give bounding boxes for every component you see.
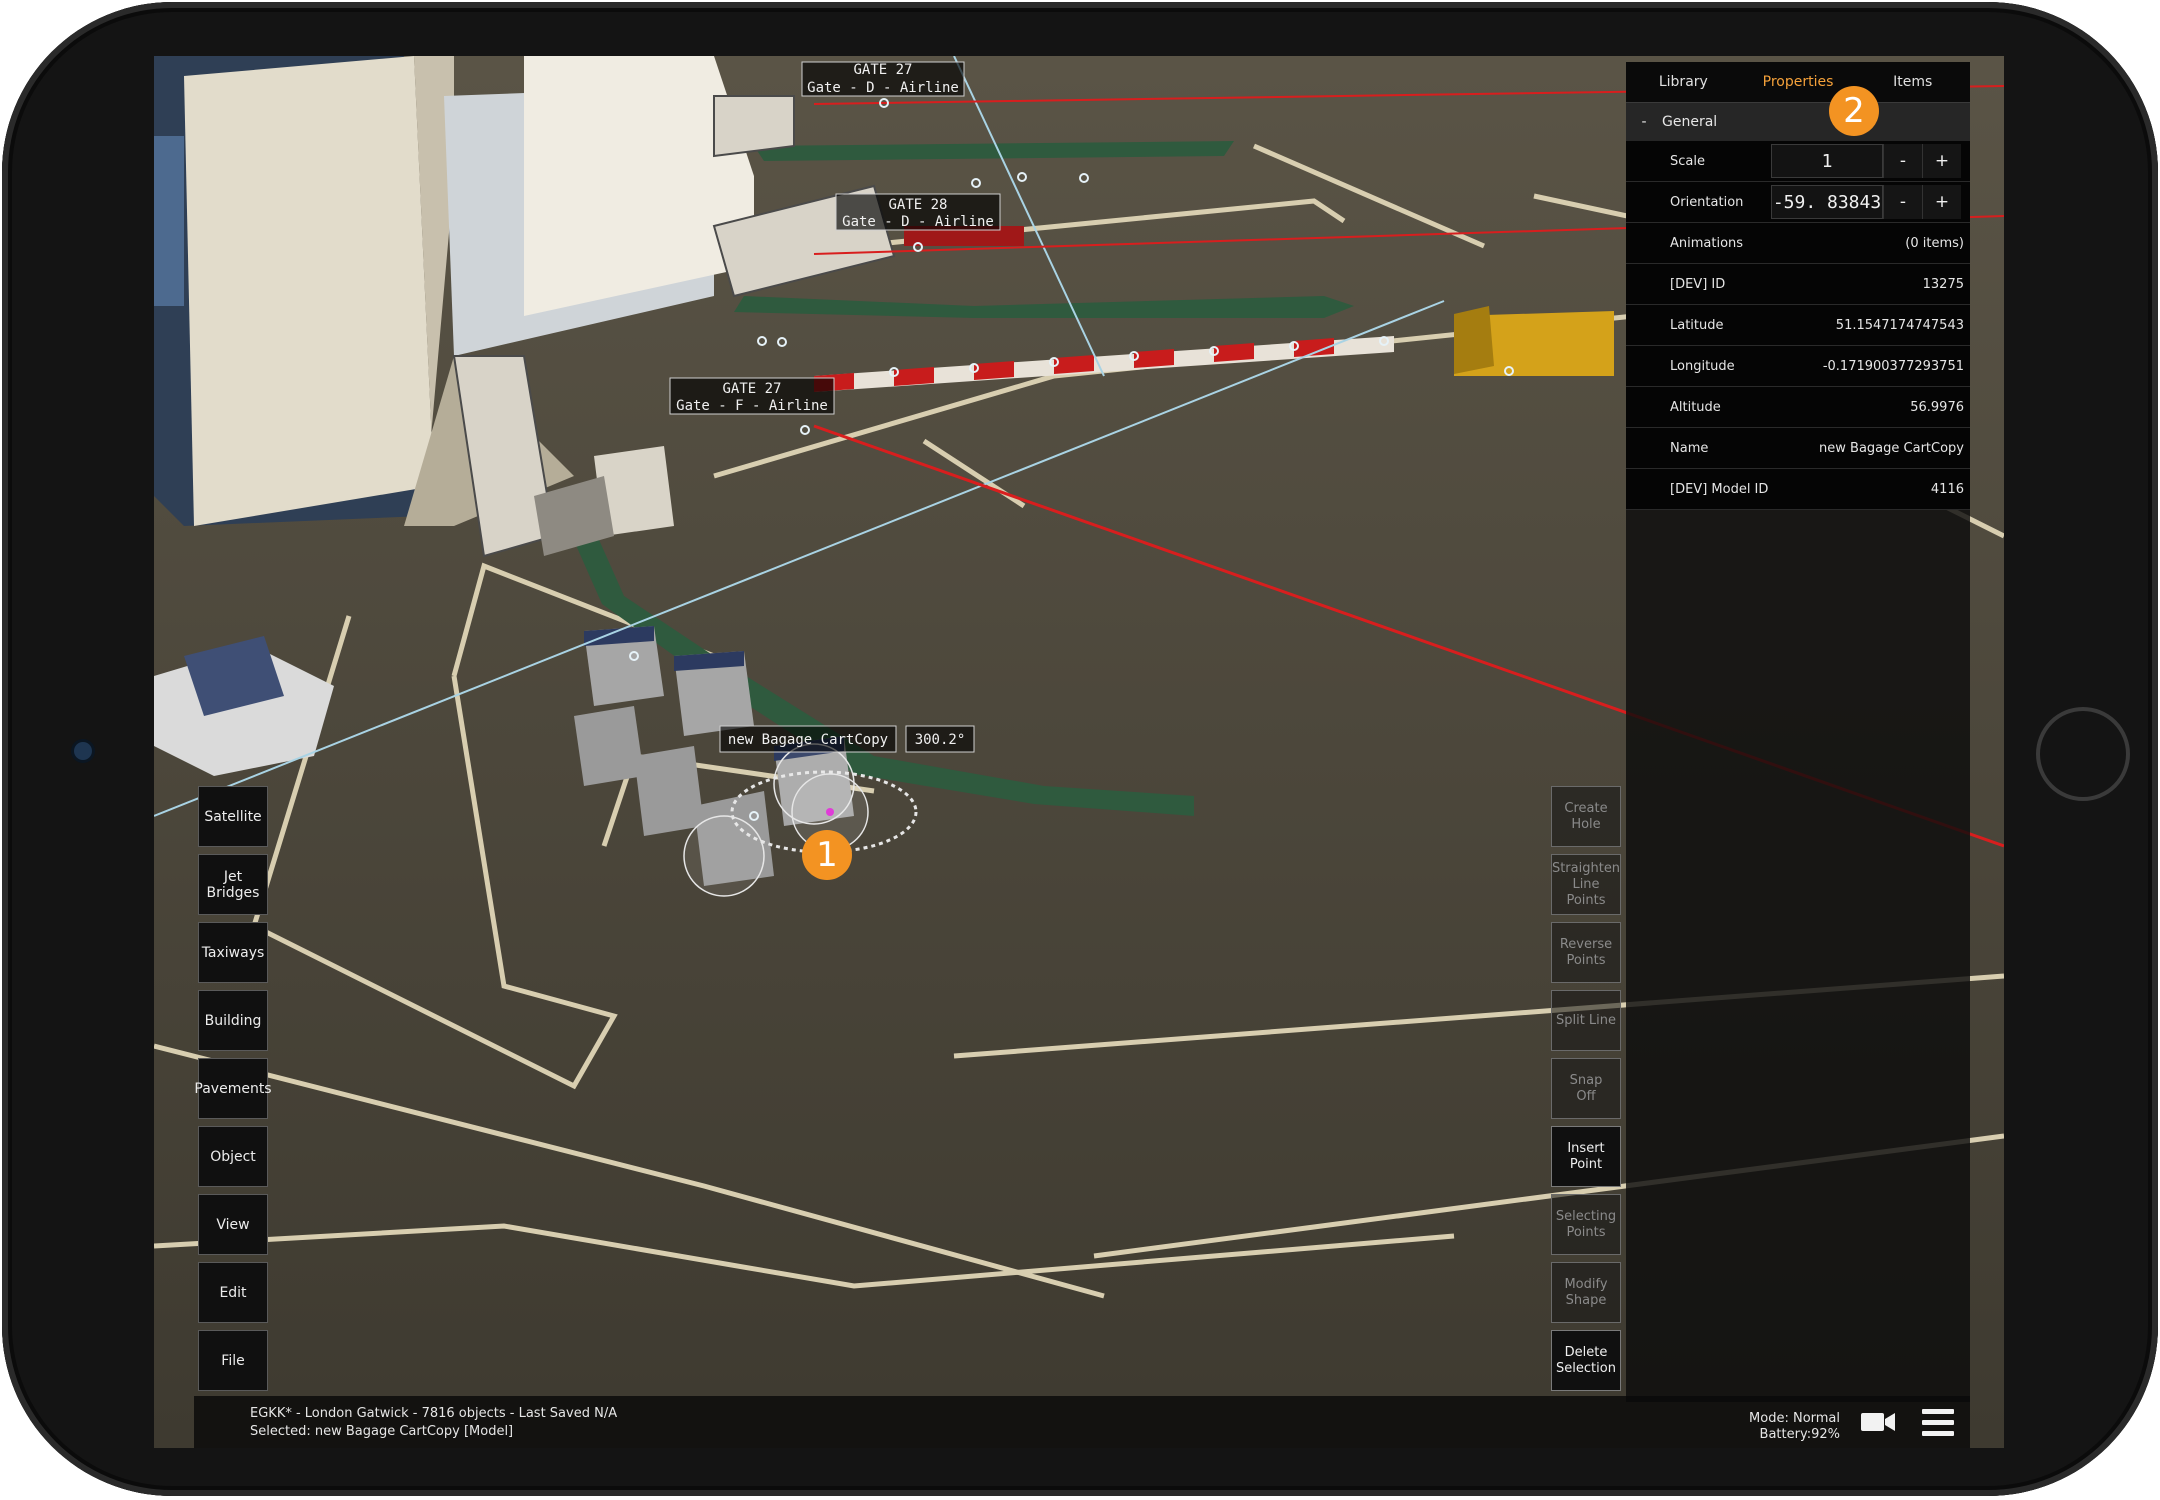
- orientation-label: Orientation: [1670, 194, 1744, 210]
- property-value: 56.9976: [1910, 399, 1964, 415]
- video-camera-icon[interactable]: [1860, 1410, 1896, 1434]
- section-general[interactable]: - General: [1626, 102, 1970, 141]
- status-mode: Mode: Normal: [1749, 1411, 1840, 1426]
- section-title: General: [1662, 114, 1718, 130]
- property-value: new Bagage CartCopy: [1819, 440, 1964, 456]
- gate-label-line2: Gate - F - Airline: [676, 398, 828, 414]
- gate-label-line2: Gate - D - Airline: [842, 214, 994, 230]
- callout-badge-one: 1: [802, 830, 852, 880]
- menu-taxiways-button[interactable]: Taxiways: [198, 922, 268, 983]
- callout-badge-two: 2: [1829, 86, 1879, 136]
- gate-label-line2: Gate - D - Airline: [807, 80, 959, 96]
- menu-pavements-button[interactable]: Pavements: [194, 1058, 272, 1119]
- tablet-frame: GATE 27 Gate - D - Airline GATE 28 Gate …: [2, 2, 2158, 1496]
- delete-selection-button[interactable]: Delete Selection: [1551, 1330, 1621, 1391]
- scale-row: Scale 1 - +: [1626, 141, 1970, 182]
- split-line-button[interactable]: Split Line: [1551, 990, 1621, 1051]
- menu-view-button[interactable]: View: [198, 1194, 268, 1255]
- tab-library[interactable]: Library: [1626, 62, 1741, 102]
- property-label: Latitude: [1670, 317, 1724, 333]
- menu-building-button[interactable]: Building: [198, 990, 268, 1051]
- property-label: Name: [1670, 440, 1709, 456]
- menu-satellite-button[interactable]: Satellite: [198, 786, 268, 847]
- property-label: Altitude: [1670, 399, 1721, 415]
- panel-tabs: Library Properties Items: [1626, 62, 1970, 102]
- properties-panel: Library Properties Items - General Scale…: [1626, 62, 1970, 1402]
- property-label: [DEV] Model ID: [1670, 481, 1769, 497]
- gate-label-line1: GATE 28: [888, 197, 947, 213]
- snap-off-button[interactable]: Snap Off: [1551, 1058, 1621, 1119]
- menu-file-button[interactable]: File: [198, 1330, 268, 1391]
- property-value: 13275: [1922, 276, 1964, 292]
- property-value: (0 items): [1905, 235, 1964, 251]
- menu-object-button[interactable]: Object: [198, 1126, 268, 1187]
- home-button[interactable]: [2036, 707, 2130, 801]
- selected-object-name: new Bagage CartCopy: [728, 732, 888, 748]
- hamburger-menu-icon[interactable]: [1922, 1409, 1954, 1436]
- selected-object-angle: 300.2°: [915, 732, 966, 748]
- scale-increment-button[interactable]: +: [1922, 144, 1961, 178]
- collapse-toggle[interactable]: -: [1626, 114, 1662, 130]
- straighten-line-points-button[interactable]: Straighten Line Points: [1551, 854, 1621, 915]
- menu-jet-bridges-button[interactable]: Jet Bridges: [198, 854, 268, 915]
- editor-screen: GATE 27 Gate - D - Airline GATE 28 Gate …: [154, 56, 2004, 1448]
- status-selection-info: Selected: new Bagage CartCopy [Model]: [250, 1424, 514, 1439]
- property-row[interactable]: Name new Bagage CartCopy: [1626, 428, 1970, 469]
- reverse-points-button[interactable]: Reverse Points: [1551, 922, 1621, 983]
- scale-label: Scale: [1670, 153, 1705, 169]
- property-value: 51.1547174747543: [1835, 317, 1964, 333]
- status-project-info: EGKK* - London Gatwick - 7816 objects - …: [250, 1406, 618, 1421]
- selected-object-tag: new Bagage CartCopy 300.2°: [719, 725, 975, 753]
- scale-field[interactable]: 1: [1771, 144, 1883, 178]
- gate-label-line1: GATE 27: [722, 381, 781, 397]
- scale-decrement-button[interactable]: -: [1883, 144, 1922, 178]
- status-bar: EGKK* - London Gatwick - 7816 objects - …: [194, 1396, 1970, 1448]
- property-row: [DEV] ID 13275: [1626, 264, 1970, 305]
- property-label: Longitude: [1670, 358, 1735, 374]
- property-label: [DEV] ID: [1670, 276, 1726, 292]
- insert-point-button[interactable]: Insert Point: [1551, 1126, 1621, 1187]
- modify-shape-button[interactable]: Modify Shape: [1551, 1262, 1621, 1323]
- property-value: 4116: [1930, 481, 1964, 497]
- property-row: [DEV] Model ID 4116: [1626, 469, 1970, 510]
- orientation-field[interactable]: -59. 83843: [1771, 185, 1883, 219]
- orientation-increment-button[interactable]: +: [1922, 185, 1961, 219]
- property-row: Longitude -0.171900377293751: [1626, 346, 1970, 387]
- orientation-decrement-button[interactable]: -: [1883, 185, 1922, 219]
- property-row[interactable]: Animations (0 items): [1626, 223, 1970, 264]
- property-row: Altitude 56.9976: [1626, 387, 1970, 428]
- gate-label-line1: GATE 27: [853, 62, 912, 78]
- menu-edit-button[interactable]: Edit: [198, 1262, 268, 1323]
- selecting-points-button[interactable]: Selecting Points: [1551, 1194, 1621, 1255]
- property-value: -0.171900377293751: [1822, 358, 1964, 374]
- create-hole-button[interactable]: Create Hole: [1551, 786, 1621, 847]
- orientation-row: Orientation -59. 83843 - +: [1626, 182, 1970, 223]
- status-battery: Battery:92%: [1759, 1427, 1840, 1442]
- front-camera: [74, 742, 92, 760]
- property-label: Animations: [1670, 235, 1744, 251]
- property-row: Latitude 51.1547174747543: [1626, 305, 1970, 346]
